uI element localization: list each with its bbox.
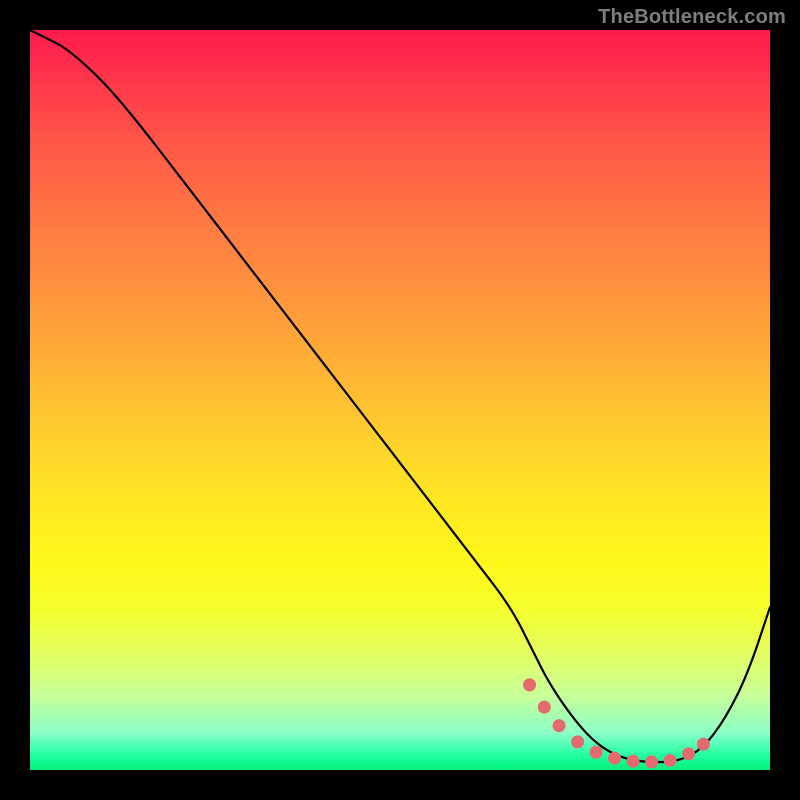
curve-marker	[682, 747, 695, 760]
chart-frame: TheBottleneck.com	[0, 0, 800, 800]
curve-marker	[664, 754, 677, 767]
curve-marker	[571, 735, 584, 748]
curve-marker	[608, 752, 621, 765]
watermark-label: TheBottleneck.com	[598, 6, 786, 29]
bottleneck-curve	[30, 30, 770, 762]
chart-overlay	[30, 30, 770, 770]
curve-marker	[627, 755, 640, 768]
curve-marker	[538, 701, 551, 714]
curve-markers	[523, 678, 710, 768]
curve-marker	[553, 719, 566, 732]
curve-marker	[590, 746, 603, 759]
curve-marker	[523, 678, 536, 691]
curve-marker	[697, 738, 710, 751]
curve-marker	[645, 755, 658, 768]
